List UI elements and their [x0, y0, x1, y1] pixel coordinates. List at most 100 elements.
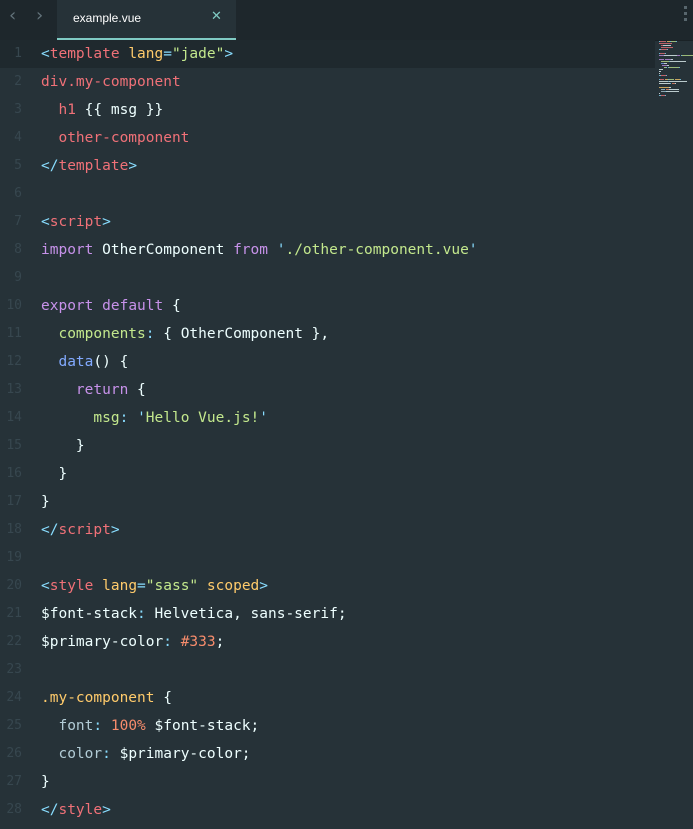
line-number: 11: [6, 326, 22, 341]
code-line[interactable]: 28 </style>: [0, 796, 655, 824]
minimap-stroke: [670, 61, 686, 62]
code-line[interactable]: 16 }: [0, 460, 655, 488]
code-line[interactable]: 24 .my-component {: [0, 684, 655, 712]
code-line[interactable]: 15 }: [0, 432, 655, 460]
code-line[interactable]: 11 components: { OtherComponent },: [0, 320, 655, 348]
minimap-stroke: [659, 71, 661, 72]
code-token: () {: [93, 354, 129, 370]
code-text: components: { OtherComponent },: [41, 320, 329, 348]
code-token: =: [137, 578, 146, 594]
code-line[interactable]: 23: [0, 656, 655, 684]
minimap-stroke: [659, 83, 670, 84]
minimap-stroke: [670, 83, 671, 84]
code-token: }: [41, 494, 50, 510]
minimap[interactable]: [659, 40, 693, 100]
code-line[interactable]: 8 import OtherComponent from './other-com…: [0, 236, 655, 264]
code-line[interactable]: 26 color: $primary-color;: [0, 740, 655, 768]
line-number: 23: [6, 662, 22, 677]
code-line[interactable]: 18 </script>: [0, 516, 655, 544]
minimap-stroke: [680, 79, 681, 80]
code-token: import: [41, 242, 94, 258]
code-line[interactable]: 22 $primary-color: #333;: [0, 628, 655, 656]
code-token: :: [93, 718, 103, 734]
code-token: h1: [58, 102, 76, 118]
code-line[interactable]: 10 export default {: [0, 292, 655, 320]
code-token: default: [102, 298, 164, 314]
code-line[interactable]: 19: [0, 544, 655, 572]
code-line[interactable]: 25 font: 100% $font-stack;: [0, 712, 655, 740]
code-line[interactable]: 12 data() {: [0, 348, 655, 376]
code-token: return: [75, 382, 129, 398]
code-token: msg: [93, 410, 120, 426]
code-text: <style lang="sass" scoped>: [41, 572, 268, 600]
code-token: "sass": [145, 578, 199, 594]
code-line[interactable]: 4 other-component: [0, 124, 655, 152]
code-line[interactable]: 7 <script>: [0, 208, 655, 236]
code-line[interactable]: 9: [0, 264, 655, 292]
line-number: 3: [14, 102, 22, 117]
code-text: }: [41, 432, 85, 460]
code-line[interactable]: 3 h1 {{ msg }}: [0, 96, 655, 124]
code-line[interactable]: 5 </template>: [0, 152, 655, 180]
code-token: "jade": [171, 46, 225, 62]
line-number: 10: [6, 298, 22, 313]
code-token: from: [233, 242, 268, 258]
code-line[interactable]: 13 return {: [0, 376, 655, 404]
line-number: 9: [14, 270, 22, 285]
code-token: </: [41, 158, 59, 174]
code-line[interactable]: 14 msg: 'Hello Vue.js!': [0, 404, 655, 432]
code-line[interactable]: 6: [0, 180, 655, 208]
minimap-stroke: [669, 81, 687, 82]
chevron-left-icon[interactable]: ‹: [9, 7, 16, 25]
more-vertical-icon[interactable]: [684, 6, 687, 24]
code-text: export default {: [41, 292, 181, 320]
code-token: </: [41, 522, 59, 538]
minimap-stroke: [667, 65, 669, 66]
minimap-stroke: [675, 83, 676, 84]
code-line[interactable]: 1 <template lang="jade">: [0, 40, 655, 68]
line-number: 6: [14, 186, 22, 201]
code-line[interactable]: 2 div.my-component: [0, 68, 655, 96]
code-text: <script>: [41, 208, 111, 236]
line-number: 20: [6, 578, 22, 593]
code-token: data: [58, 354, 94, 370]
minimap-stroke: [659, 81, 668, 82]
line-number: 4: [14, 130, 22, 145]
code-text: </template>: [41, 152, 137, 180]
code-line[interactable]: 17}: [0, 488, 655, 516]
line-number: 1: [14, 46, 22, 61]
minimap-stroke: [661, 47, 673, 48]
code-token: $primary-color: [41, 634, 164, 650]
chevron-right-icon[interactable]: ›: [36, 7, 43, 25]
code-line[interactable]: 21 $font-stack: Helvetica, sans-serif;: [0, 600, 655, 628]
code-token: script: [49, 214, 103, 230]
code-text: div.my-component: [41, 68, 181, 96]
line-number: 2: [14, 74, 22, 89]
tab-example-vue[interactable]: example.vue ✕: [57, 0, 236, 40]
code-line[interactable]: 20 <style lang="sass" scoped>: [0, 572, 655, 600]
code-token: {: [128, 382, 146, 398]
code-text: </script>: [41, 516, 120, 544]
code-editor[interactable]: 1 <template lang="jade"> 2 div.my-component…: [0, 40, 693, 829]
code-text: $primary-color: #333;: [41, 628, 224, 656]
code-token: >: [110, 522, 120, 538]
close-icon[interactable]: ✕: [211, 9, 222, 24]
line-number: 21: [6, 606, 22, 621]
code-token: color: [58, 746, 103, 762]
code-token: {{ msg }}: [75, 102, 164, 118]
code-token: ./other-component.vue: [285, 242, 469, 258]
minimap-stroke: [659, 87, 669, 88]
code-text: }: [41, 768, 50, 796]
line-number: 7: [14, 214, 22, 229]
minimap-stroke: [666, 91, 679, 92]
code-token: other-component: [58, 130, 190, 146]
code-token: div.my-component: [41, 74, 181, 90]
code-text: </style>: [41, 796, 111, 824]
code-token: :: [145, 326, 155, 342]
code-line[interactable]: 27}: [0, 768, 655, 796]
code-token: :: [102, 746, 111, 762]
code-text: $font-stack: Helvetica, sans-serif;: [41, 600, 347, 628]
